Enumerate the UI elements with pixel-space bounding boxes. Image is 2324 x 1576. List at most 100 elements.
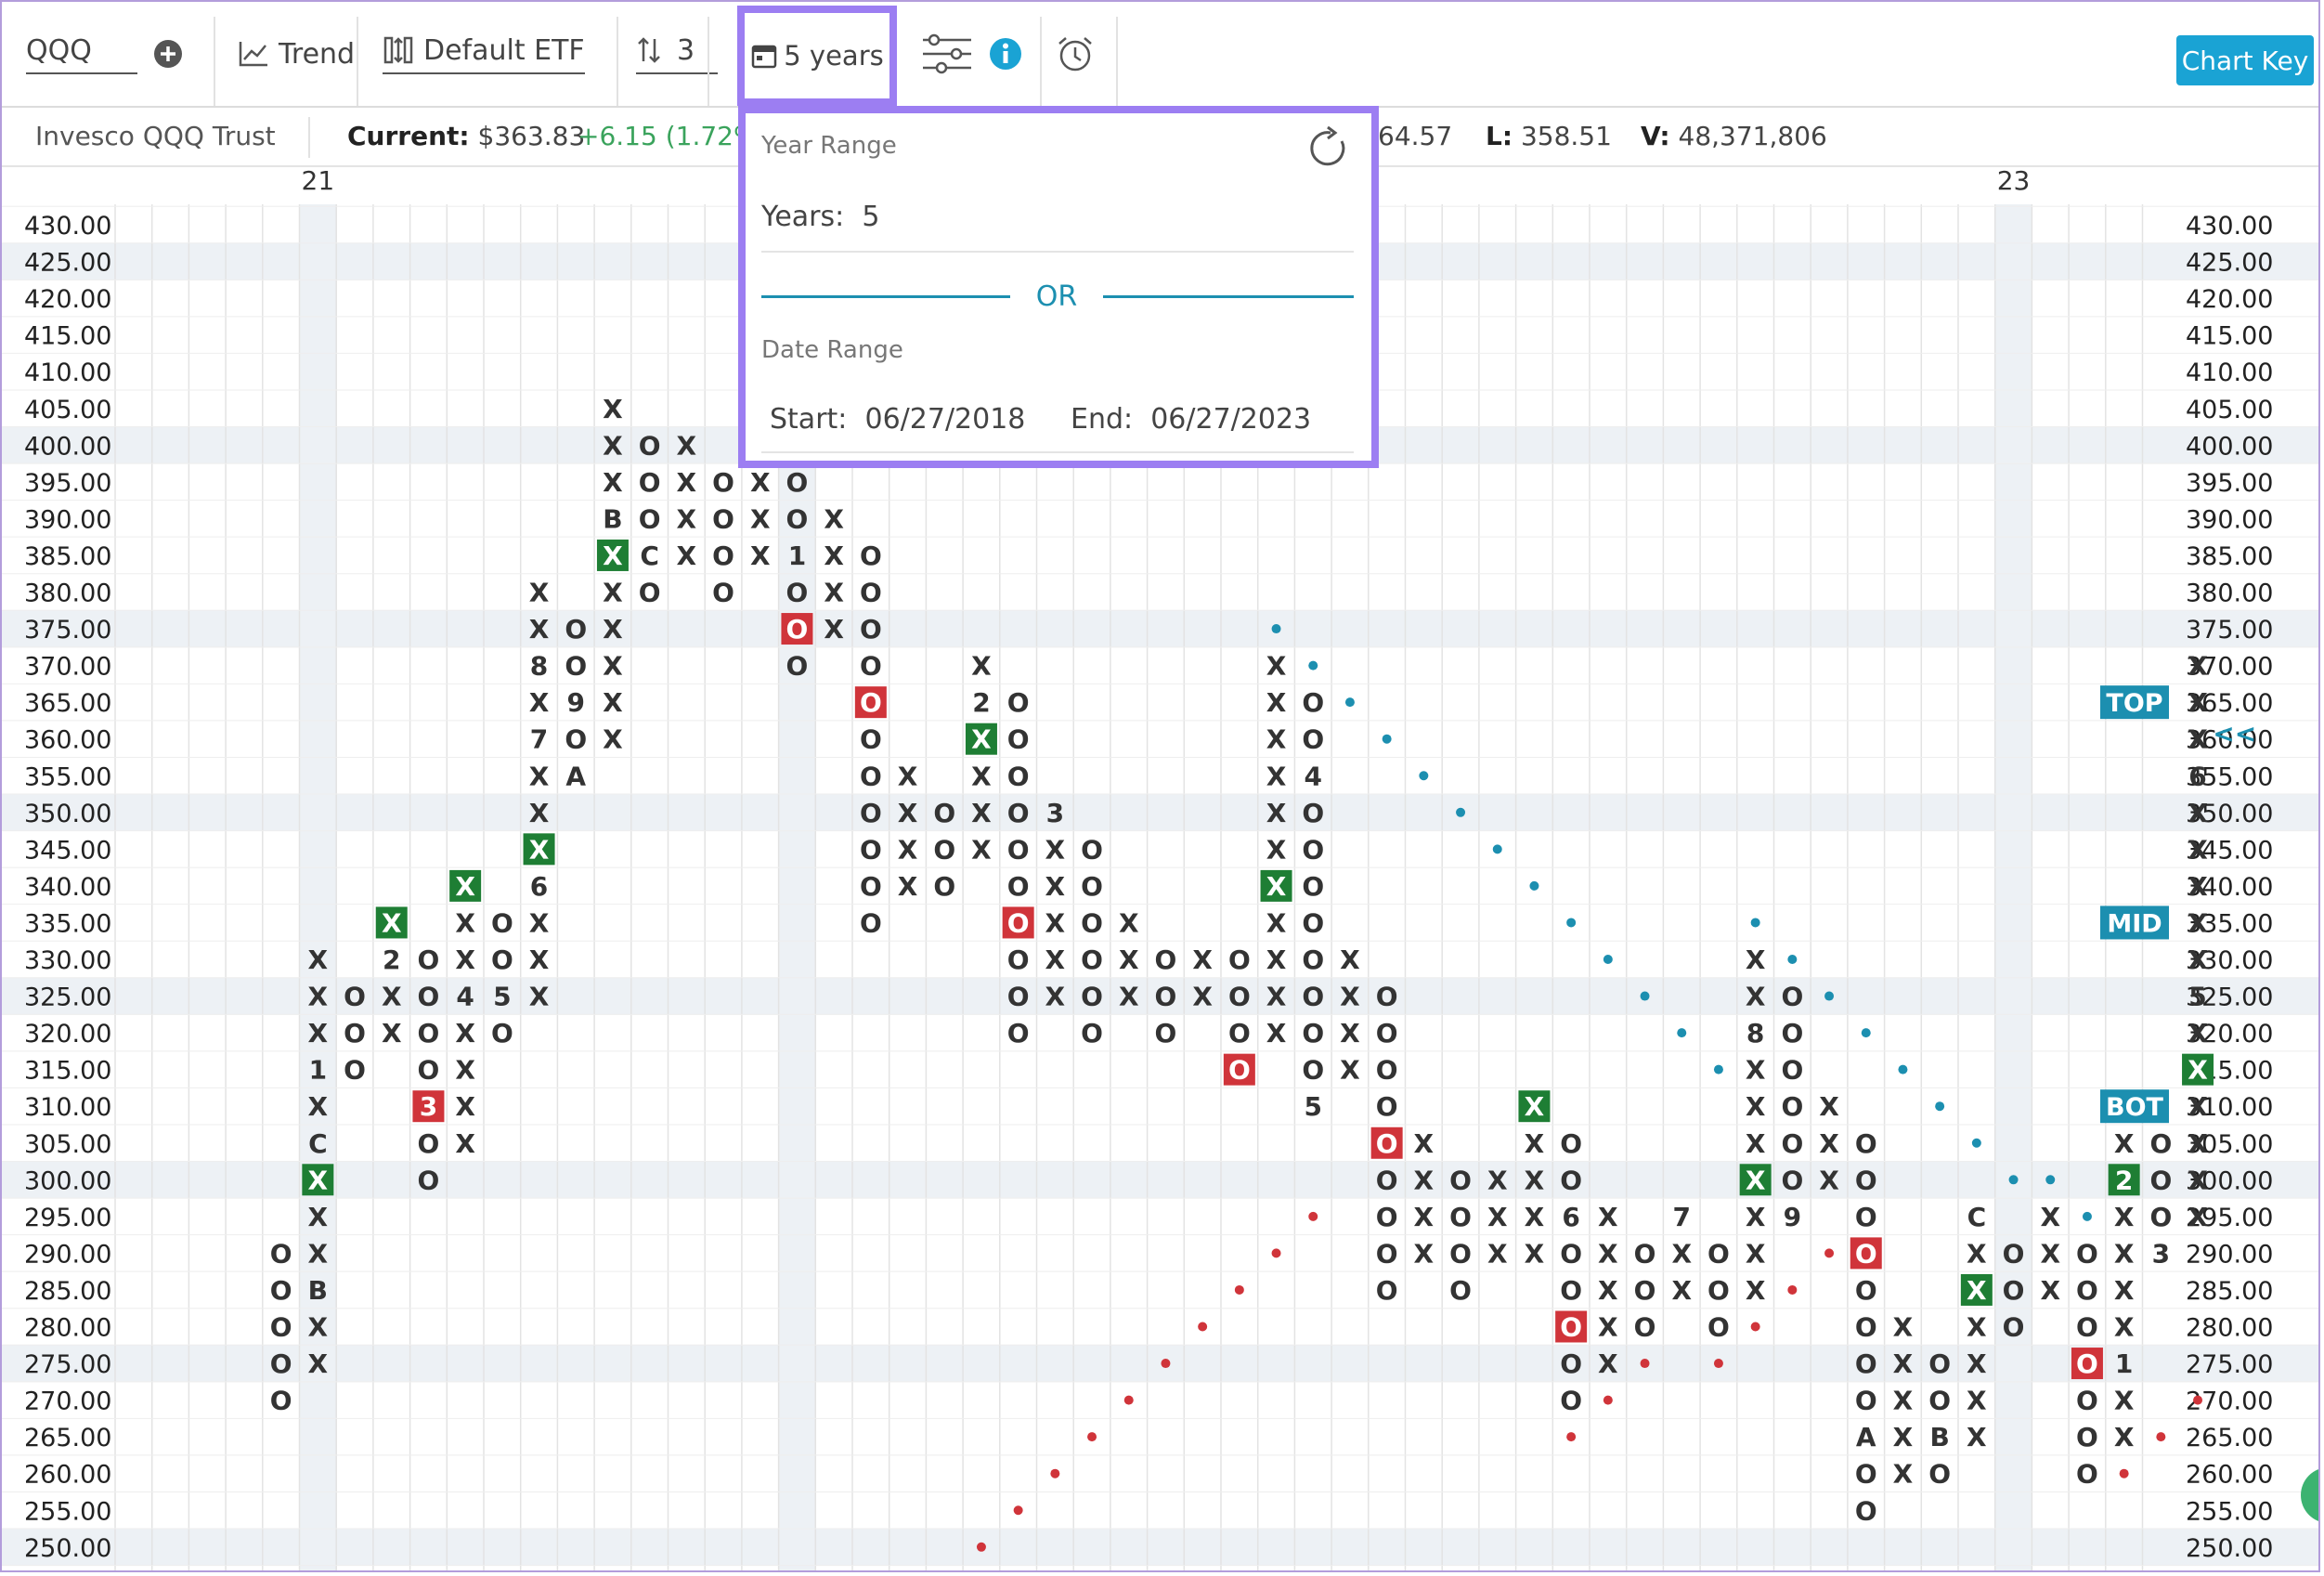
x-mark: X: [1967, 1312, 1987, 1343]
price-label-left: 390.00: [24, 505, 111, 534]
annotation-label: BOT: [2106, 1093, 2164, 1122]
o-mark: O: [491, 907, 513, 938]
grid-band: [2, 1161, 2318, 1199]
x-mark: X: [1525, 1091, 1545, 1122]
x-mark: X: [455, 871, 475, 902]
trend-dot: [2156, 1432, 2166, 1442]
x-mark: X: [1266, 944, 1287, 975]
o-mark: O: [1302, 944, 1324, 975]
x-mark: X: [1746, 1275, 1766, 1306]
x-mark: X: [1266, 1018, 1287, 1048]
o-mark: O: [860, 724, 882, 755]
x-mark: X: [603, 687, 623, 718]
year-range-heading: Year Range: [761, 132, 897, 160]
x-mark: X: [1414, 1165, 1435, 1195]
o-mark: O: [2076, 1459, 2098, 1490]
month-mark: 5: [1305, 1091, 1322, 1122]
x-mark: X: [308, 1312, 329, 1343]
o-mark: O: [1302, 1055, 1324, 1086]
o-mark: O: [1855, 1128, 1877, 1159]
o-mark: O: [1855, 1202, 1877, 1232]
etf-select: Default ETF: [383, 34, 585, 74]
x-mark: X: [1746, 1202, 1766, 1232]
start-date-field[interactable]: Start: 06/27/2018: [770, 403, 1025, 436]
x-mark: X: [529, 834, 550, 865]
x-mark: X: [529, 687, 550, 718]
o-mark: O: [2076, 1422, 2098, 1452]
o-mark: O: [2076, 1238, 2098, 1269]
price-label-left: 345.00: [24, 836, 111, 865]
price-label-right: 405.00: [2186, 396, 2273, 424]
start-label: Start:: [770, 403, 848, 436]
x-mark: X: [1671, 1238, 1692, 1269]
x-mark: X: [529, 944, 550, 975]
trend-dot: [1087, 1432, 1097, 1442]
o-mark: O: [1707, 1238, 1730, 1269]
price-label-right: 265.00: [2186, 1424, 2273, 1452]
x-mark: X: [2188, 687, 2208, 718]
month-mark: 2: [972, 687, 990, 718]
etf-label: Default ETF: [423, 33, 585, 67]
x-mark: X: [750, 541, 771, 571]
x-mark: X: [603, 578, 623, 608]
volume-label: V:: [1641, 121, 1670, 151]
trend-dot: [1898, 1064, 1908, 1075]
price-label-right: 420.00: [2186, 285, 2273, 314]
o-mark: O: [2076, 1312, 2098, 1343]
o-mark: O: [933, 798, 955, 828]
x-mark: X: [971, 761, 992, 791]
o-mark: O: [1634, 1275, 1656, 1306]
chart-key-button[interactable]: Chart Key: [2176, 35, 2314, 85]
month-mark: 6: [1562, 1202, 1579, 1232]
price-label-left: 380.00: [24, 580, 111, 608]
info-icon[interactable]: [988, 2, 1023, 106]
month-mark: 8: [530, 651, 548, 682]
end-label: End:: [1071, 403, 1134, 436]
o-mark: O: [786, 651, 809, 682]
alarm-clock-icon[interactable]: [1056, 2, 1095, 106]
o-mark: O: [1376, 1091, 1398, 1122]
symbol-value: QQQ: [26, 34, 137, 74]
o-mark: O: [565, 651, 587, 682]
end-date-field[interactable]: End: 06/27/2023: [1071, 403, 1311, 436]
year-range-button[interactable]: 5 years: [737, 6, 897, 106]
date-range-heading: Date Range: [761, 336, 903, 364]
trend-dot: [1787, 1284, 1798, 1295]
x-mark: X: [1746, 1128, 1766, 1159]
low-label: L:: [1486, 121, 1513, 151]
month-mark: 5: [2188, 982, 2206, 1012]
etf-selector[interactable]: Default ETF: [383, 2, 585, 106]
month-mark: B: [603, 503, 622, 534]
x-mark: X: [898, 798, 918, 828]
years-field[interactable]: Years: 5: [761, 201, 879, 233]
month-mark: 7: [1673, 1202, 1691, 1232]
reset-icon[interactable]: [1303, 123, 1355, 175]
trend-button[interactable]: Trend: [238, 2, 355, 106]
box-size-selector[interactable]: 3: [636, 2, 718, 106]
add-symbol-icon[interactable]: [152, 2, 186, 106]
o-mark: O: [1855, 1495, 1877, 1526]
o-mark: O: [418, 1128, 440, 1159]
o-mark: O: [2003, 1238, 2025, 1269]
trend-dot: [1750, 918, 1760, 928]
price-label-left: 260.00: [24, 1461, 111, 1490]
annotation-label: MID: [2107, 909, 2162, 938]
x-mark: X: [1266, 798, 1287, 828]
trend-dot: [1750, 1322, 1760, 1332]
trend-dot: [2119, 1468, 2129, 1478]
o-mark: O: [270, 1348, 292, 1379]
x-mark: X: [529, 982, 550, 1012]
o-mark: O: [639, 430, 661, 461]
o-mark: O: [1155, 1018, 1177, 1048]
x-mark: X: [2188, 1018, 2208, 1048]
settings-sliders-icon[interactable]: [921, 2, 973, 106]
o-mark: O: [1228, 1018, 1251, 1048]
month-mark: 1: [2115, 1348, 2133, 1379]
x-mark: X: [1746, 1055, 1766, 1086]
o-mark: O: [2149, 1202, 2172, 1232]
o-mark: O: [1081, 871, 1103, 902]
price-label-right: 285.00: [2186, 1277, 2273, 1306]
app-frame: QQQ Trend Default ETF 3 5 years Chart Ke…: [0, 0, 2320, 1572]
price-label-right: 395.00: [2186, 469, 2273, 498]
symbol-input[interactable]: QQQ: [26, 2, 147, 106]
